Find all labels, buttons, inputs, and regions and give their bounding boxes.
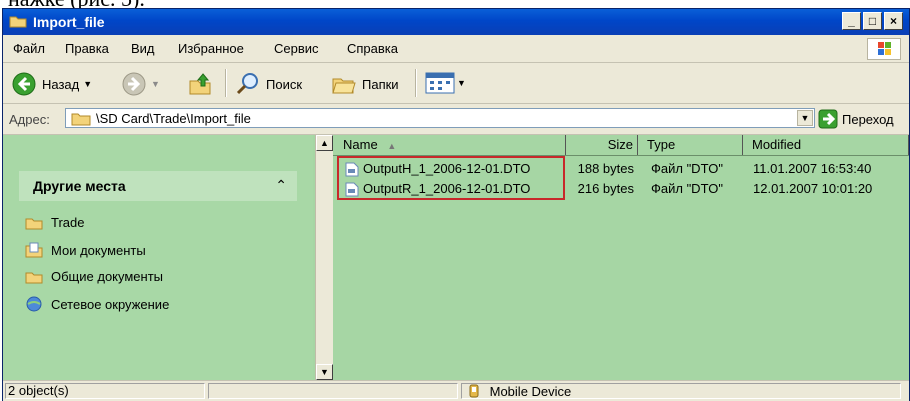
back-button[interactable]: Назад ▼ <box>11 71 92 97</box>
address-bar: Адрес: \SD Card\Trade\Import_file ▼ Пере… <box>3 104 909 135</box>
folder-icon <box>25 218 43 229</box>
forward-arrow-icon <box>122 72 146 96</box>
views-dropdown-icon[interactable]: ▼ <box>457 78 466 88</box>
column-header-modified[interactable]: Modified <box>744 135 909 155</box>
address-label: Адрес: <box>9 112 50 127</box>
place-trade[interactable]: Trade <box>25 215 84 230</box>
file-size: 216 bytes <box>577 181 634 196</box>
menu-file[interactable]: Файл <box>13 41 45 56</box>
column-header-name[interactable]: Name ▲ <box>343 135 566 155</box>
back-arrow-icon <box>12 72 36 96</box>
minimize-button[interactable]: _ <box>842 12 861 30</box>
address-field[interactable]: \SD Card\Trade\Import_file ▼ <box>65 108 815 128</box>
place-shared-documents[interactable]: Общие документы <box>25 269 163 284</box>
scroll-down-icon[interactable]: ▼ <box>316 364 333 380</box>
status-object-count: 2 object(s) <box>5 383 205 399</box>
folders-icon <box>332 78 356 94</box>
highlight-box <box>337 156 565 200</box>
forward-dropdown-icon[interactable]: ▼ <box>151 79 160 89</box>
scroll-up-icon[interactable]: ▲ <box>316 135 333 151</box>
collapse-chevron-icon[interactable]: ⌃ <box>275 177 287 194</box>
file-modified: 11.01.2007 16:53:40 <box>753 161 872 176</box>
file-type: Файл "DTO" <box>651 161 724 176</box>
title-bar[interactable]: Import_file _ □ × <box>3 9 909 35</box>
other-places-header[interactable]: Другие места ⌃ <box>19 171 297 201</box>
sort-ascending-icon: ▲ <box>387 141 397 151</box>
address-value: \SD Card\Trade\Import_file <box>96 111 251 126</box>
file-modified: 12.01.2007 10:01:20 <box>753 181 873 196</box>
up-folder-icon <box>189 73 211 95</box>
status-location: Mobile Device <box>461 383 901 399</box>
toolbar-separator <box>415 69 417 97</box>
folder-icon <box>9 16 27 28</box>
forward-button[interactable]: ▼ <box>121 71 160 97</box>
document-text-fragment: нажке (рис. 5). <box>0 0 910 8</box>
my-documents-icon <box>25 242 43 258</box>
menu-edit[interactable]: Правка <box>65 41 109 56</box>
network-icon <box>26 296 42 312</box>
status-bar: 2 object(s) Mobile Device <box>3 380 909 401</box>
column-header-size[interactable]: Size <box>566 135 638 155</box>
menu-bar: Файл Правка Вид Избранное Сервис Справка <box>3 36 909 63</box>
folders-button[interactable]: Папки <box>331 71 399 97</box>
maximize-button[interactable]: □ <box>863 12 882 30</box>
search-icon <box>236 73 258 95</box>
place-my-documents[interactable]: Мои документы <box>25 242 146 258</box>
toolbar: Назад ▼ ▼ Поиск Папки ▼ <box>3 63 909 104</box>
address-dropdown-icon[interactable]: ▼ <box>797 110 813 126</box>
task-panel: Другие места ⌃ Trade Мои документы Общие… <box>3 135 313 380</box>
menu-favorites[interactable]: Избранное <box>178 41 244 56</box>
views-button[interactable]: ▼ <box>425 71 466 95</box>
menu-view[interactable]: Вид <box>131 41 155 56</box>
column-header-type[interactable]: Type <box>639 135 743 155</box>
back-dropdown-icon[interactable]: ▼ <box>83 79 92 89</box>
window-title: Import_file <box>33 14 105 30</box>
mobile-device-icon <box>469 384 479 398</box>
go-arrow-icon <box>818 109 838 129</box>
search-button[interactable]: Поиск <box>235 71 302 97</box>
folder-icon <box>71 113 91 126</box>
file-size: 188 bytes <box>577 161 634 176</box>
vertical-scrollbar[interactable]: ▲ ▼ <box>315 135 333 380</box>
content-area: Другие места ⌃ Trade Мои документы Общие… <box>3 135 909 380</box>
close-button[interactable]: × <box>884 12 903 30</box>
views-icon <box>425 72 455 94</box>
menu-tools[interactable]: Сервис <box>274 41 319 56</box>
toolbar-separator <box>225 69 227 97</box>
explorer-window: Import_file _ □ × Файл Правка Вид Избран… <box>2 8 910 401</box>
file-type: Файл "DTO" <box>651 181 724 196</box>
windows-logo-icon <box>867 38 901 60</box>
folder-icon <box>25 272 43 283</box>
up-folder-button[interactable] <box>187 71 213 97</box>
status-empty-panel <box>208 383 458 399</box>
menu-help[interactable]: Справка <box>347 41 398 56</box>
go-button[interactable]: Переход <box>818 109 894 129</box>
file-list: Name ▲ Size Type Modified OutputH_1_2006… <box>333 135 909 380</box>
place-network[interactable]: Сетевое окружение <box>25 296 169 312</box>
